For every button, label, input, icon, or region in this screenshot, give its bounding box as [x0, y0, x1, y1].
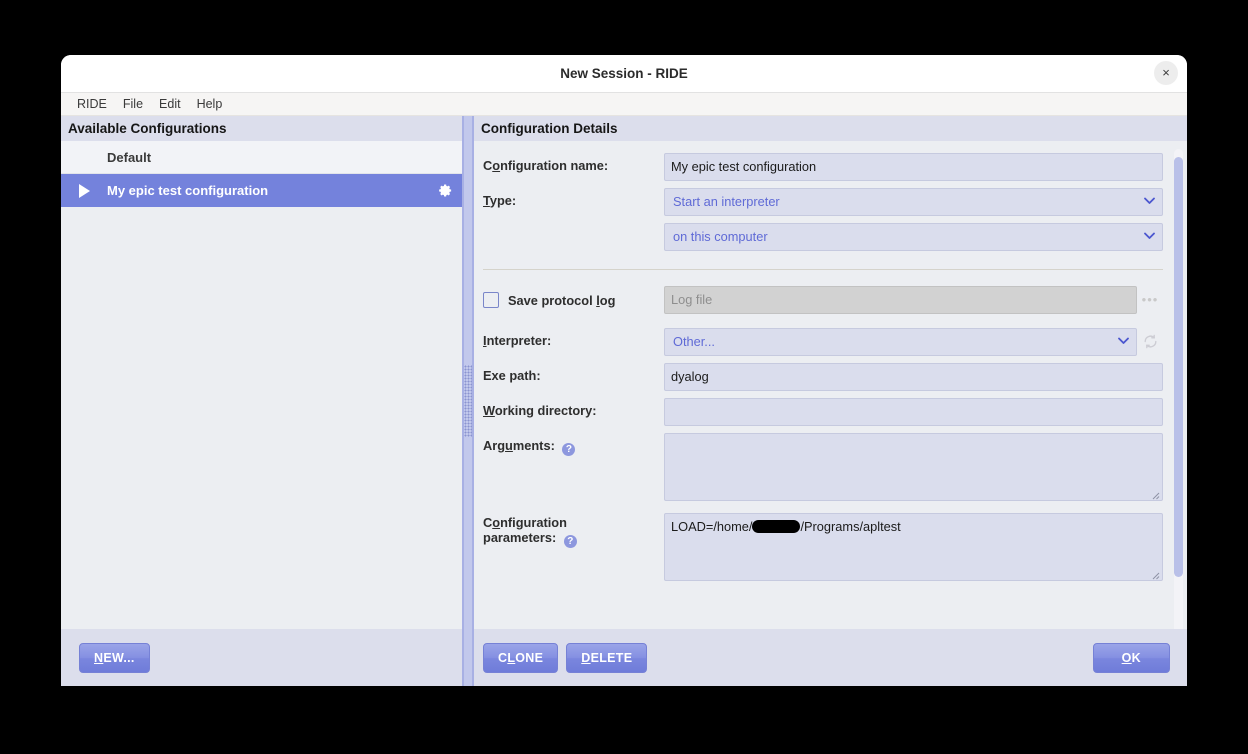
details-form: Configuration name: My epic test configu…: [474, 141, 1187, 581]
type-location-select-value: on this computer: [673, 229, 768, 244]
chevron-down-icon: [1144, 189, 1155, 215]
menu-item-edit[interactable]: Edit: [151, 93, 189, 115]
field-save-protocol-log: Save protocol log Log file •••: [474, 286, 1187, 314]
field-arguments: Arguments: ?: [474, 433, 1187, 501]
type-location-select[interactable]: on this computer: [664, 223, 1163, 251]
arguments-label: Arguments: ?: [483, 433, 664, 456]
menu-item-help[interactable]: Help: [189, 93, 231, 115]
available-configurations-header: Available Configurations: [61, 116, 462, 141]
gear-icon[interactable]: [428, 183, 462, 198]
type-select-value: Start an interpreter: [673, 194, 780, 209]
field-type: Type: Start an interpreter: [474, 188, 1187, 216]
configuration-list: Default My epic test configuration: [61, 141, 462, 629]
exe-path-input[interactable]: dyalog: [664, 363, 1163, 391]
configuration-name-label: Configuration name:: [483, 158, 609, 173]
list-item-default[interactable]: Default: [61, 141, 462, 174]
new-button[interactable]: NEW...: [79, 643, 150, 673]
list-item-my-epic-test-configuration[interactable]: My epic test configuration: [61, 174, 462, 207]
dialog-body: Available Configurations Default My epic…: [61, 116, 1187, 686]
menu-item-file[interactable]: File: [115, 93, 151, 115]
field-working-directory: Working directory:: [474, 398, 1187, 426]
arguments-textarea[interactable]: [664, 433, 1163, 501]
play-icon: [61, 183, 107, 198]
configuration-details-header: Configuration Details: [474, 116, 1187, 141]
save-protocol-log-label: Save protocol log: [508, 292, 616, 308]
left-pane-footer: NEW...: [61, 629, 462, 686]
log-file-input[interactable]: Log file: [664, 286, 1137, 314]
menu-item-ride[interactable]: RIDE: [69, 93, 115, 115]
splitter-grip[interactable]: [464, 365, 472, 437]
details-scroll-area: Configuration name: My epic test configu…: [474, 141, 1187, 629]
details-footer: CLONE DELETE OK: [474, 629, 1187, 686]
field-interpreter: Interpreter: Other...: [474, 328, 1187, 356]
field-configuration-parameters: Configuration parameters: ? LOAD=/home/ /P…: [474, 513, 1187, 581]
configuration-parameters-label: Configuration parameters: ?: [483, 513, 664, 548]
title-bar: New Session - RIDE ×: [61, 55, 1187, 93]
section-divider: [483, 269, 1163, 270]
log-file-browse-button[interactable]: •••: [1137, 286, 1163, 314]
ok-button[interactable]: OK: [1092, 643, 1170, 673]
interpreter-select[interactable]: Other...: [664, 328, 1137, 356]
field-exe-path: Exe path: dyalog: [474, 363, 1187, 391]
type-location-label-spacer: [483, 223, 664, 228]
exe-path-label: Exe path:: [483, 368, 541, 383]
config-params-value-after: /Programs/apltest: [800, 519, 901, 534]
details-scrollbar-thumb[interactable]: [1174, 157, 1183, 577]
clone-button[interactable]: CLONE: [483, 643, 559, 673]
help-icon[interactable]: ?: [563, 535, 577, 548]
working-directory-label: Working directory:: [483, 403, 597, 418]
pane-splitter[interactable]: [462, 116, 474, 686]
field-configuration-name: Configuration name: My epic test configu…: [474, 153, 1187, 181]
configuration-details-pane: Configuration Details Configuration name…: [474, 116, 1187, 686]
interpreter-select-value: Other...: [673, 334, 715, 349]
help-icon[interactable]: ?: [562, 443, 576, 456]
working-directory-input[interactable]: [664, 398, 1163, 426]
configuration-parameters-textarea[interactable]: LOAD=/home/ /Programs/apltest: [664, 513, 1163, 581]
window-title: New Session - RIDE: [560, 66, 688, 81]
menu-bar: RIDE File Edit Help: [61, 93, 1187, 116]
field-type-location: on this computer: [474, 223, 1187, 251]
configuration-name-input[interactable]: My epic test configuration: [664, 153, 1163, 181]
type-select[interactable]: Start an interpreter: [664, 188, 1163, 216]
refresh-icon[interactable]: [1137, 328, 1163, 349]
chevron-down-icon: [1118, 329, 1129, 355]
chevron-down-icon: [1144, 224, 1155, 250]
save-protocol-log-checkbox[interactable]: [483, 292, 499, 308]
close-icon[interactable]: ×: [1154, 61, 1178, 85]
list-item-label: Default: [107, 149, 152, 165]
details-scrollbar[interactable]: [1174, 149, 1183, 629]
interpreter-label: Interpreter:: [483, 333, 552, 348]
list-item-label: My epic test configuration: [107, 183, 269, 198]
type-label: Type:: [483, 193, 517, 208]
new-session-dialog: New Session - RIDE × RIDE File Edit Help…: [61, 55, 1187, 686]
redaction-mask: [752, 520, 801, 533]
config-params-value-before: LOAD=/home/: [671, 519, 753, 534]
available-configurations-pane: Available Configurations Default My epic…: [61, 116, 462, 686]
delete-button[interactable]: DELETE: [566, 643, 648, 673]
